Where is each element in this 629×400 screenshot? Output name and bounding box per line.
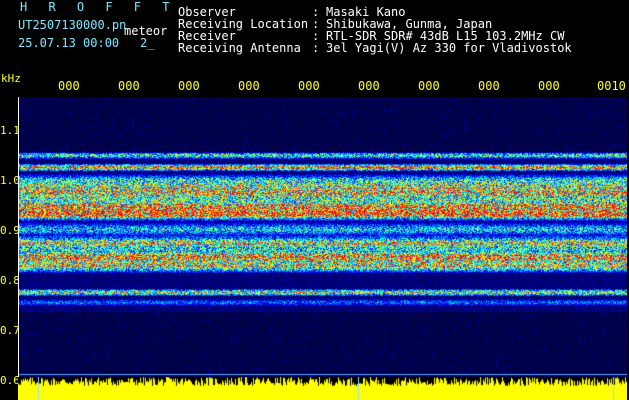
y-tick-label: 0.7 (0, 324, 20, 337)
spectrogram-plot (18, 97, 627, 377)
x-tick-label: 000 (478, 79, 500, 93)
x-tick-label: 000 (538, 79, 560, 93)
x-tick-label: 000 (238, 79, 260, 93)
y-tick-label: 0.8 (0, 274, 20, 287)
x-tick-label: 0010 (597, 79, 626, 93)
signal-power-bar (18, 377, 627, 400)
page-indicator: 2_ (140, 36, 155, 50)
y-tick-label: 1.0 (0, 174, 20, 187)
y-tick-label: 0.6 (0, 374, 20, 387)
y-axis-line (18, 97, 19, 397)
meta-label-antenna: Receiving Antenna (178, 41, 301, 55)
y-axis-unit: kHz (1, 72, 21, 85)
y-tick-label: 1.1 (0, 124, 20, 137)
date-time: 25.07.13 00:00 (18, 36, 120, 50)
x-tick-label: 000 (358, 79, 380, 93)
file-name: UT2507130000.pn (18, 18, 127, 32)
x-tick-label: 000 (58, 79, 80, 93)
y-tick-label: 0.9 (0, 224, 20, 237)
meta-sep: : (312, 41, 320, 55)
header-title: H R O F F T (20, 0, 177, 14)
x-tick-label: 000 (418, 79, 440, 93)
x-tick-label: 000 (118, 79, 140, 93)
meta-value-antenna: 3el Yagi(V) Az 330 for Vladivostok (326, 41, 572, 55)
x-tick-label: 000 (298, 79, 320, 93)
x-tick-label: 000 (178, 79, 200, 93)
